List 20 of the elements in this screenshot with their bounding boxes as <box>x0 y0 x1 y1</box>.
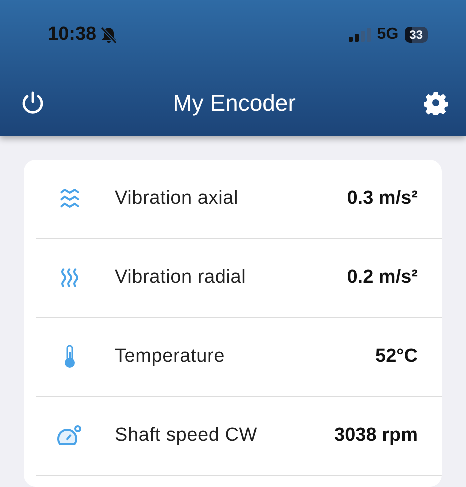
measurement-value: 3038 rpm <box>334 425 418 447</box>
measurement-label: Vibration axial <box>115 188 240 210</box>
network-label: 5G <box>377 26 399 44</box>
speedometer-icon <box>56 425 82 447</box>
measurement-label: Vibration radial <box>115 267 248 289</box>
screen-title: My Encoder <box>173 90 296 116</box>
measurement-value: 0.2 m/s² <box>347 267 418 289</box>
measurement-label: Temperature <box>115 346 226 368</box>
status-time: 10:38 <box>48 24 97 46</box>
measurement-value: 0.3 m/s² <box>347 188 418 210</box>
signal-icon <box>349 28 372 42</box>
heat-waves-icon <box>58 268 80 288</box>
measurement-value: 52°C <box>376 346 418 368</box>
measurement-label: Shaft speed CW <box>115 425 259 447</box>
thermometer-icon <box>64 345 76 369</box>
muted-bell-icon <box>100 26 117 44</box>
settings-button[interactable] <box>424 91 448 115</box>
battery-level: 33 <box>404 27 428 43</box>
power-button[interactable] <box>21 91 45 115</box>
wave-icon <box>58 189 80 209</box>
